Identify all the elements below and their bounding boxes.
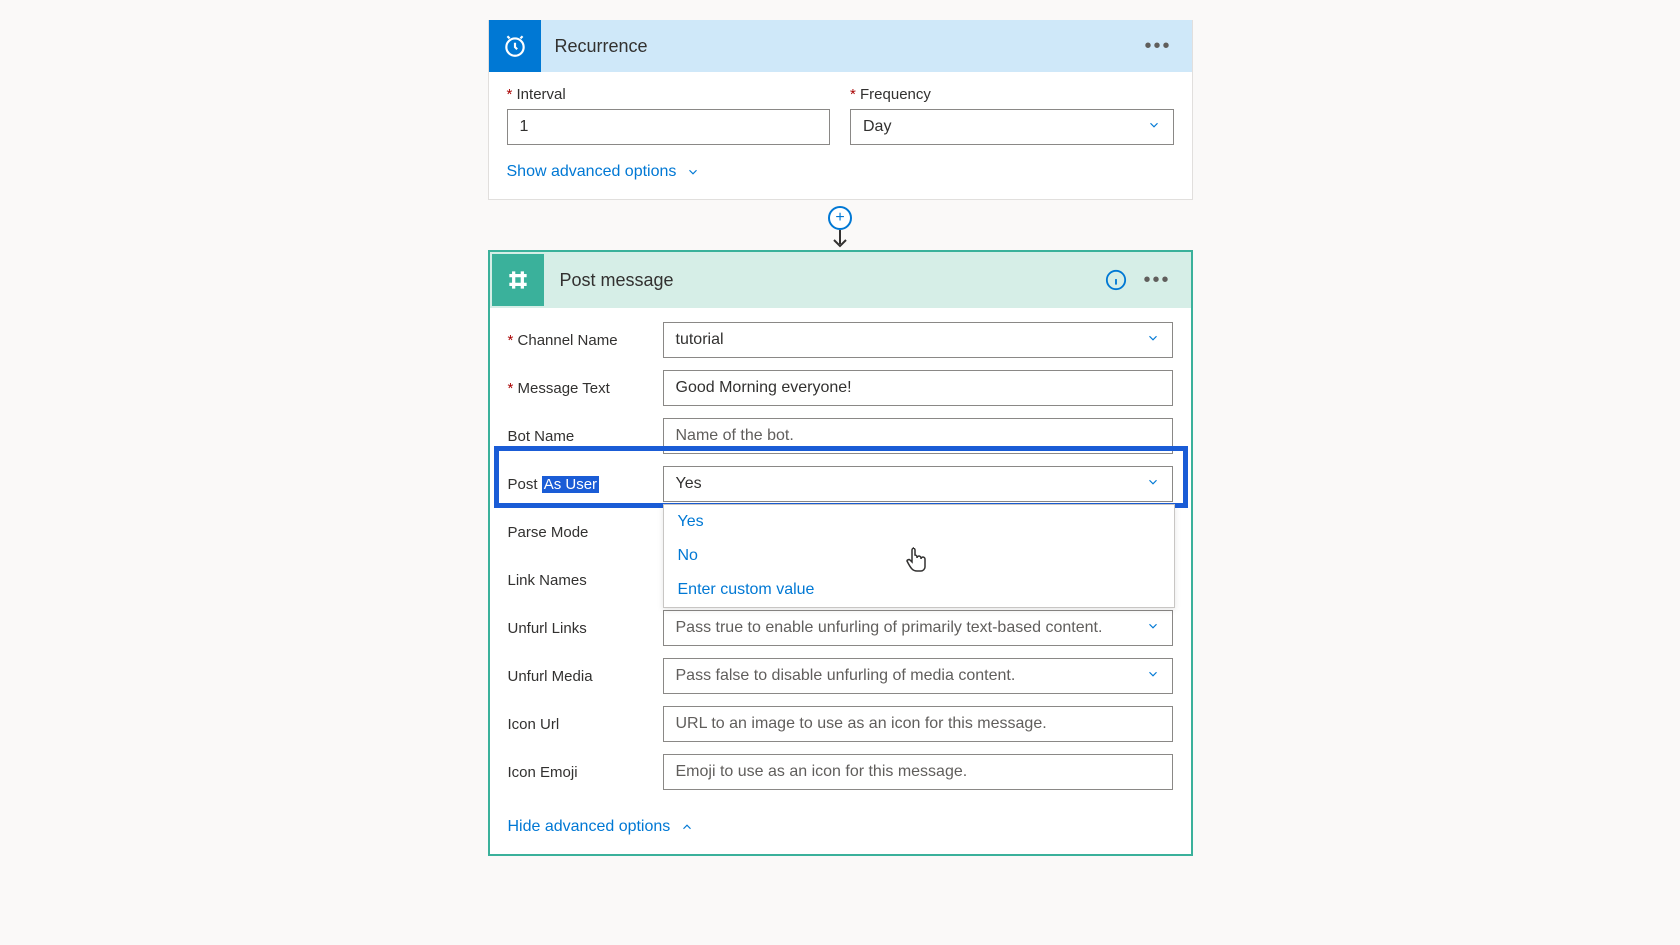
post-as-user-label: Post As User: [508, 476, 663, 493]
chevron-down-icon: [1146, 667, 1160, 686]
unfurl-media-select[interactable]: Pass false to disable unfurling of media…: [663, 658, 1173, 694]
row-icon-url: Icon Url: [508, 704, 1173, 744]
more-icon[interactable]: •••: [1140, 33, 1175, 60]
post-as-user-select[interactable]: Yes: [663, 466, 1173, 502]
frequency-label: * Frequency: [850, 86, 1174, 103]
recurrence-header[interactable]: Recurrence •••: [489, 20, 1192, 72]
hide-advanced-link[interactable]: Hide advanced options: [508, 818, 695, 836]
recurrence-body: * Interval * Frequency Day Show advanced…: [489, 72, 1192, 199]
row-unfurl-media: Unfurl Media Pass false to disable unfur…: [508, 656, 1173, 696]
row-channel: * Channel Name tutorial: [508, 320, 1173, 360]
icon-url-input[interactable]: [663, 706, 1173, 742]
row-unfurl-links: Unfurl Links Pass true to enable unfurli…: [508, 608, 1173, 648]
chevron-up-icon: [680, 820, 694, 834]
info-icon[interactable]: [1105, 269, 1127, 291]
dropdown-option-no[interactable]: No: [664, 539, 1174, 573]
show-advanced-link[interactable]: Show advanced options: [507, 163, 701, 181]
post-as-user-dropdown: Yes No Enter custom value: [663, 504, 1175, 608]
chevron-down-icon: [1146, 475, 1160, 494]
chevron-down-icon: [686, 165, 700, 179]
row-message: * Message Text: [508, 368, 1173, 408]
post-message-card: Post message ••• * Channel Name tutorial: [488, 250, 1193, 856]
interval-input[interactable]: [507, 109, 831, 145]
channel-select[interactable]: tutorial: [663, 322, 1173, 358]
chevron-down-icon: [1146, 331, 1160, 350]
clock-icon: [489, 20, 541, 72]
recurrence-title: Recurrence: [541, 36, 648, 57]
add-step-button[interactable]: +: [828, 206, 852, 230]
bot-input[interactable]: [663, 418, 1173, 454]
slack-icon: [492, 254, 544, 306]
post-message-title: Post message: [546, 270, 674, 291]
chevron-down-icon: [1146, 619, 1160, 638]
unfurl-links-select[interactable]: Pass true to enable unfurling of primari…: [663, 610, 1173, 646]
dropdown-option-custom[interactable]: Enter custom value: [664, 573, 1174, 607]
more-icon[interactable]: •••: [1139, 267, 1174, 294]
row-bot: Bot Name: [508, 416, 1173, 456]
recurrence-card: Recurrence ••• * Interval * Frequency Da…: [488, 20, 1193, 200]
row-post-as-user: Post As User Yes: [508, 464, 1173, 504]
row-icon-emoji: Icon Emoji: [508, 752, 1173, 792]
flow-connector: +: [488, 200, 1193, 250]
chevron-down-icon: [1147, 118, 1161, 137]
post-message-body: * Channel Name tutorial * Message Text: [490, 308, 1191, 854]
message-input[interactable]: [663, 370, 1173, 406]
arrow-down-icon: [830, 230, 850, 252]
frequency-select[interactable]: Day: [850, 109, 1174, 145]
post-message-header[interactable]: Post message •••: [490, 252, 1191, 308]
interval-label: * Interval: [507, 86, 831, 103]
dropdown-option-yes[interactable]: Yes: [664, 505, 1174, 539]
icon-emoji-input[interactable]: [663, 754, 1173, 790]
row-parse-mode: Parse Mode Yes No Enter custom value: [508, 512, 1173, 552]
